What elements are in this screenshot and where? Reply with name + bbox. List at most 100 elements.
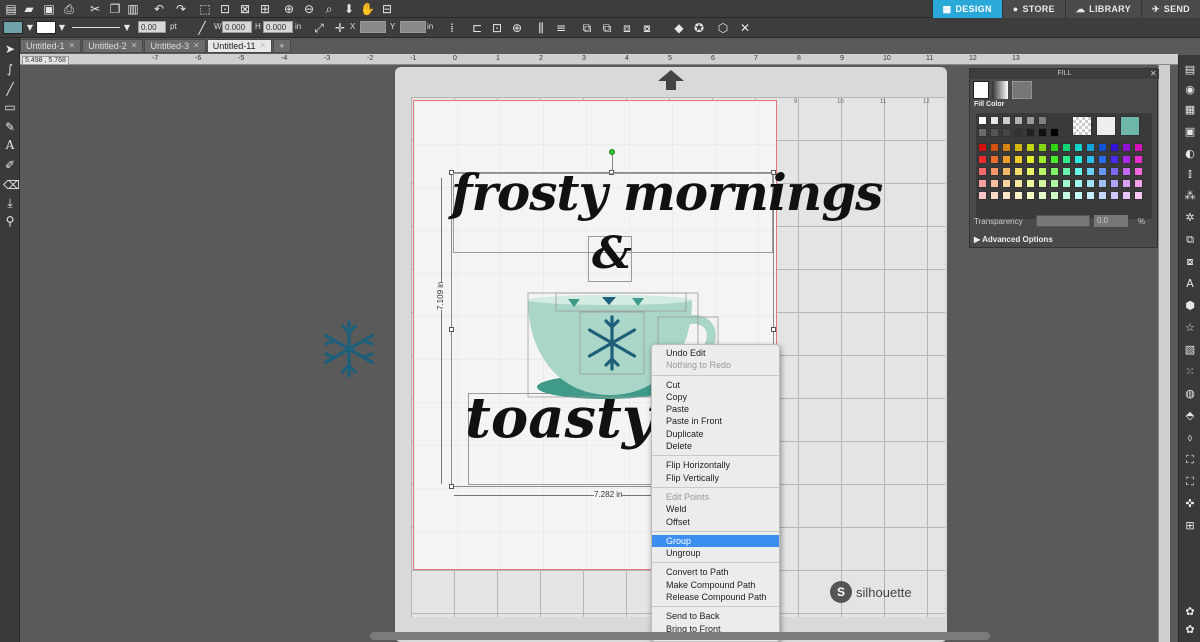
new-tab-plus-icon[interactable]: + [273, 39, 291, 53]
nav-tab-design[interactable]: ▦ DESIGN [931, 0, 1002, 18]
color-swatch[interactable] [978, 167, 987, 176]
line-tool-icon[interactable]: ╱ [195, 21, 209, 35]
color-swatch[interactable] [1038, 155, 1047, 164]
fit-page-icon[interactable]: ⊟ [380, 2, 394, 16]
color-swatch[interactable] [1026, 143, 1035, 152]
close-panel-icon[interactable]: ✕ [1150, 69, 1157, 78]
align-center-icon[interactable]: ⊡ [490, 21, 504, 35]
color-swatch[interactable] [1002, 167, 1011, 176]
color-swatch[interactable] [978, 191, 987, 200]
color-swatch[interactable] [1098, 179, 1107, 188]
menu-item-make-compound-path[interactable]: Make Compound Path [652, 579, 779, 591]
undo-icon[interactable]: ↶ [152, 2, 166, 16]
color-swatch[interactable] [1122, 179, 1131, 188]
chevron-down-icon[interactable]: ▼ [23, 21, 37, 35]
color-swatch[interactable] [1026, 116, 1035, 125]
resize-handle[interactable] [771, 327, 776, 332]
color-swatch[interactable] [1122, 155, 1131, 164]
pixscan-icon[interactable]: ⛶ [1183, 475, 1197, 489]
nav-tab-store[interactable]: ● STORE [1001, 0, 1065, 18]
close-tab-icon[interactable]: ✕ [260, 39, 267, 53]
color-swatch[interactable] [1014, 179, 1023, 188]
eraser-icon[interactable]: ⌫ [3, 178, 20, 192]
new-document-icon[interactable]: ▤ [4, 2, 18, 16]
shadow-icon[interactable]: ◐ [1183, 147, 1197, 161]
close-tab-icon[interactable]: ✕ [193, 39, 200, 53]
color-swatch[interactable] [1134, 191, 1143, 200]
color-swatch[interactable] [1110, 155, 1119, 164]
design-text-line1[interactable]: frosty mornings [451, 163, 883, 222]
print-cut-icon[interactable]: ⬨ [1183, 431, 1197, 445]
pencil-tool-icon[interactable]: ✎ [3, 120, 17, 134]
arrange-front-icon[interactable]: ⧉ [580, 21, 594, 35]
design-ampersand[interactable]: & [592, 228, 632, 279]
y-position-input[interactable] [400, 21, 426, 33]
bring-forward-icon[interactable]: ⧈ [620, 21, 634, 35]
color-swatch[interactable] [1086, 191, 1095, 200]
copy-icon[interactable]: ❐ [108, 2, 122, 16]
pan-hand-icon[interactable]: ✋ [360, 2, 375, 16]
color-swatch[interactable] [1026, 155, 1035, 164]
line-tool-icon[interactable]: ╱ [3, 82, 17, 96]
color-swatch[interactable] [1086, 155, 1095, 164]
layers-icon[interactable]: ⬘ [1183, 409, 1197, 423]
select-all-icon[interactable]: ⬚ [198, 2, 212, 16]
color-swatch[interactable] [1074, 191, 1083, 200]
color-swatch[interactable] [1098, 155, 1107, 164]
fill-palette-icon[interactable]: ◉ [1183, 83, 1197, 97]
color-swatch[interactable] [1014, 128, 1023, 137]
image-panel-icon[interactable]: ▧ [1183, 343, 1197, 357]
menu-item-cut[interactable]: Cut [652, 379, 779, 391]
color-swatch[interactable] [1050, 128, 1059, 137]
color-swatch[interactable] [978, 179, 987, 188]
color-swatch[interactable] [978, 128, 987, 137]
trace-icon[interactable]: ⧇ [1183, 255, 1197, 269]
color-swatch[interactable] [1074, 179, 1083, 188]
menu-item-group[interactable]: Group [652, 534, 779, 548]
advanced-options-toggle[interactable]: ▶ Advanced Options [974, 235, 1053, 244]
color-swatch[interactable] [1050, 167, 1059, 176]
color-swatch[interactable] [1074, 155, 1083, 164]
resize-handle[interactable] [449, 484, 454, 489]
select-arrow-icon[interactable]: ➤ [3, 42, 17, 56]
color-swatch[interactable] [1134, 179, 1143, 188]
highlighter-icon[interactable]: ✐ [3, 158, 17, 172]
color-swatch[interactable] [1110, 143, 1119, 152]
color-swatch[interactable] [990, 191, 999, 200]
line-style-icon[interactable]: ▦ [1183, 103, 1197, 117]
zoom-select-icon[interactable]: ⌕ [322, 2, 336, 16]
close-tab-icon[interactable]: ✕ [69, 39, 76, 53]
close-x-icon[interactable]: ✕ [738, 21, 752, 35]
current-color-swatch[interactable] [1120, 116, 1140, 136]
cut-icon[interactable]: ✂ [88, 2, 102, 16]
shapes-icon[interactable]: ◆ [672, 21, 686, 35]
star-replicate-icon[interactable]: ✪ [692, 21, 706, 35]
color-swatch[interactable] [1038, 179, 1047, 188]
color-swatch[interactable] [1134, 155, 1143, 164]
menu-item-paste-in-front[interactable]: Paste in Front [652, 415, 779, 427]
save-icon[interactable]: ▣ [42, 2, 56, 16]
feed-arrow-up-icon[interactable] [657, 69, 685, 91]
width-input[interactable]: 0.000 [222, 21, 252, 33]
color-swatch[interactable] [1050, 179, 1059, 188]
color-swatch[interactable] [1086, 143, 1095, 152]
color-swatch[interactable] [1050, 143, 1059, 152]
color-swatch[interactable] [1110, 167, 1119, 176]
color-swatch[interactable] [1014, 191, 1023, 200]
lock-aspect-icon[interactable]: ⤢ [312, 21, 326, 35]
color-swatch[interactable] [1014, 116, 1023, 125]
align-panel-icon[interactable]: ⫾ [1183, 167, 1197, 181]
print-icon[interactable]: ⎙ [62, 2, 76, 16]
menu-item-release-compound-path[interactable]: Release Compound Path [652, 591, 779, 603]
nav-tab-send[interactable]: ✈ SEND [1140, 0, 1200, 18]
color-swatch[interactable] [1002, 155, 1011, 164]
menu-item-paste[interactable]: Paste [652, 403, 779, 415]
redo-icon[interactable]: ↷ [174, 2, 188, 16]
color-swatch[interactable] [1002, 116, 1011, 125]
color-swatch[interactable] [1086, 179, 1095, 188]
page-setup-icon[interactable]: ▤ [1183, 63, 1197, 77]
arrange-back-icon[interactable]: ⧉ [600, 21, 614, 35]
color-swatch[interactable] [990, 128, 999, 137]
rectangle-tool-icon[interactable]: ▭ [3, 100, 17, 114]
chevron-down-icon[interactable]: ▼ [120, 21, 134, 35]
